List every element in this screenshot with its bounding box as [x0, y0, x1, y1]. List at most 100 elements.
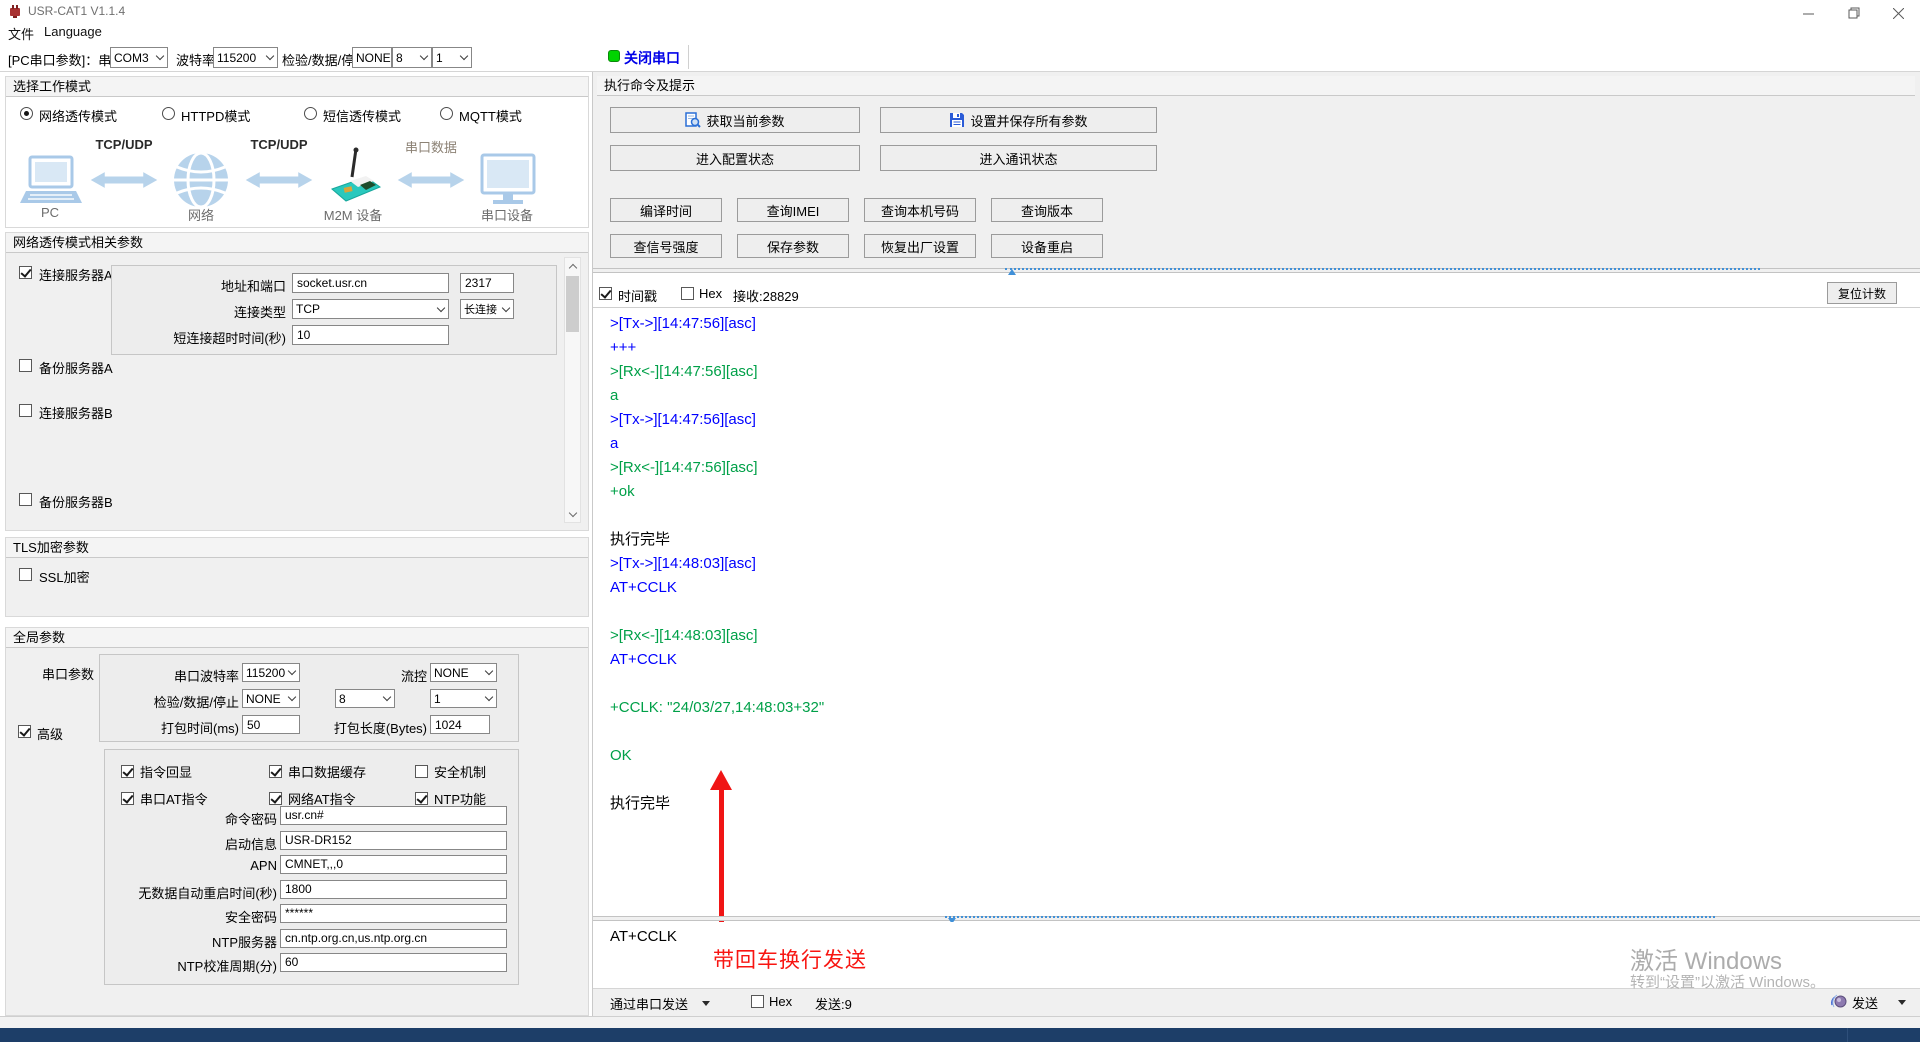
- sent-count-label: 发送:9: [815, 997, 852, 1012]
- radio-label: 短信透传模式: [323, 109, 402, 124]
- timestamp-checkbox[interactable]: [599, 287, 612, 300]
- menu-file[interactable]: 文件: [8, 24, 34, 43]
- net-params-scrollbar[interactable]: [564, 257, 581, 523]
- field-input[interactable]: CMNET,,,0: [280, 855, 507, 874]
- flow-select[interactable]: NONE: [430, 663, 497, 682]
- field-row: NTP校准周期(分) 60: [105, 953, 518, 974]
- taskbar-divider: [1847, 1028, 1848, 1042]
- menu-language[interactable]: Language: [44, 24, 102, 39]
- splitter-top-handle[interactable]: [1005, 268, 1760, 276]
- field-label: NTP校准周期(分): [177, 959, 277, 974]
- g-baud-select[interactable]: 115200: [242, 663, 300, 682]
- via-serial-button[interactable]: 通过串口发送: [610, 993, 715, 1012]
- packlen-label: 打包长度(Bytes): [333, 721, 427, 736]
- search-doc-icon: [685, 112, 702, 128]
- log-line: +ok: [610, 483, 635, 500]
- quick-command-button[interactable]: 编译时间: [610, 198, 722, 222]
- serial-params-label: 串口参数: [41, 667, 94, 682]
- annotation-arrow-icon: [710, 770, 732, 790]
- advanced-panel: 指令回显 串口数据缓存 安全机制 串口AT指令 网络AT指令 NTP功能 命令密…: [104, 749, 519, 985]
- scroll-up-icon[interactable]: [565, 258, 580, 274]
- ssl-checkbox[interactable]: [19, 568, 32, 581]
- chevron-down-icon: [285, 690, 299, 707]
- send-hex-label: Hex: [769, 994, 793, 1009]
- option-checkbox-item[interactable]: 安全机制: [415, 758, 486, 785]
- g-stopbits-select[interactable]: 1: [430, 689, 497, 708]
- field-label: 无数据自动重启时间(秒): [138, 885, 277, 901]
- send-hex-checkbox[interactable]: [751, 995, 764, 1008]
- enter-comm-button[interactable]: 进入通讯状态: [880, 145, 1157, 171]
- tls-group: TLS加密参数 SSL加密: [5, 537, 589, 617]
- serial-device-monitor-icon: [480, 153, 536, 204]
- short-timeout-input[interactable]: 10: [292, 325, 449, 345]
- option-checkbox-item[interactable]: 指令回显: [121, 758, 269, 785]
- quick-command-button[interactable]: 设备重启: [991, 234, 1103, 258]
- field-input[interactable]: 1800: [280, 879, 507, 899]
- quick-command-buttons: 编译时间 查询IMEI 查询本机号码 查询版本查信号强度 保存参数 恢复出厂设置 设备重启: [610, 198, 1103, 258]
- app-icon: [10, 5, 20, 18]
- annotation-arrow-shaft: [719, 789, 724, 923]
- server-b-checkbox[interactable]: [19, 404, 32, 417]
- link-arrow-icon: [245, 172, 313, 188]
- com-port-select[interactable]: COM3: [110, 47, 168, 68]
- quick-command-button[interactable]: 恢复出厂设置: [864, 234, 976, 258]
- parity-select[interactable]: NONE: [352, 47, 392, 68]
- baud-select[interactable]: 115200: [213, 47, 278, 68]
- scrollbar-thumb[interactable]: [566, 276, 579, 332]
- backup-b-label: 备份服务器B: [39, 495, 113, 510]
- send-button[interactable]: 发送: [1830, 992, 1910, 1012]
- net-params-group: 网络透传模式相关参数 连接服务器A 地址和端口 socket.usr.cn 23…: [5, 232, 589, 531]
- quick-command-button[interactable]: 查询IMEI: [737, 198, 849, 222]
- close-serial-button[interactable]: 关闭串口: [605, 45, 683, 69]
- field-input[interactable]: USR-DR152: [280, 830, 507, 850]
- log-line: >[Tx->][14:47:56][asc]: [610, 411, 756, 428]
- addr-port-label: 地址和端口: [220, 279, 286, 294]
- log-line: 执行完毕: [610, 531, 671, 548]
- quick-command-button[interactable]: 查询版本: [991, 198, 1103, 222]
- quick-command-button[interactable]: 查信号强度: [610, 234, 722, 258]
- option-label: 安全机制: [434, 765, 487, 780]
- link3-label: 串口数据: [404, 140, 457, 155]
- send-annotation: 带回车换行发送: [713, 949, 867, 972]
- packlen-input[interactable]: 1024: [430, 715, 490, 734]
- log-line: >[Tx->][14:48:03][asc]: [610, 555, 756, 572]
- conn-mode-select[interactable]: 长连接: [460, 299, 514, 319]
- databits-select[interactable]: 8: [392, 47, 432, 68]
- commands-group-title: 执行命令及提示: [597, 76, 1915, 96]
- log-line: a: [610, 387, 619, 404]
- option-label: 指令回显: [140, 765, 193, 780]
- conn-type-select[interactable]: TCP: [292, 299, 449, 319]
- server-port-input[interactable]: 2317: [460, 273, 514, 293]
- recv-hex-checkbox[interactable]: [681, 287, 694, 300]
- scroll-down-icon[interactable]: [565, 506, 580, 522]
- field-input[interactable]: 60: [280, 953, 507, 972]
- option-checkbox-item[interactable]: 串口数据缓存: [269, 758, 415, 785]
- advanced-checkbox[interactable]: [18, 725, 31, 738]
- server-address-input[interactable]: socket.usr.cn: [292, 273, 449, 293]
- backup-b-checkbox[interactable]: [19, 493, 32, 506]
- pc-icon: [20, 155, 82, 203]
- backup-a-checkbox[interactable]: [19, 359, 32, 372]
- get-params-button[interactable]: 获取当前参数: [610, 107, 860, 133]
- toolbar: [PC串口参数]：串口号 COM3 波特率 115200 检验/数据/停止 NO…: [0, 42, 1920, 72]
- g-parity-select[interactable]: NONE: [242, 689, 300, 708]
- radio-icon: [304, 107, 317, 120]
- tls-group-title: TLS加密参数: [6, 538, 588, 558]
- activate-windows-watermark-sub: 转到“设置”以激活 Windows。: [1630, 974, 1826, 991]
- g-databits-select[interactable]: 8: [335, 689, 395, 708]
- dropdown-icon: [1898, 1000, 1906, 1005]
- server-a-checkbox[interactable]: [19, 266, 32, 279]
- node4-label: 串口设备: [480, 208, 533, 223]
- set-save-params-button[interactable]: 设置并保存所有参数: [880, 107, 1157, 133]
- reset-count-button[interactable]: 复位计数: [1827, 282, 1897, 304]
- timestamp-label: 时间戳: [618, 289, 658, 304]
- enter-config-button[interactable]: 进入配置状态: [610, 145, 860, 171]
- field-input[interactable]: ******: [280, 904, 507, 923]
- stopbits-select[interactable]: 1: [432, 47, 472, 68]
- quick-command-button[interactable]: 保存参数: [737, 234, 849, 258]
- field-input[interactable]: cn.ntp.org.cn,us.ntp.org.cn: [280, 928, 507, 948]
- field-input[interactable]: usr.cn#: [280, 806, 507, 825]
- packtime-input[interactable]: 50: [242, 715, 300, 734]
- quick-command-button[interactable]: 查询本机号码: [864, 198, 976, 222]
